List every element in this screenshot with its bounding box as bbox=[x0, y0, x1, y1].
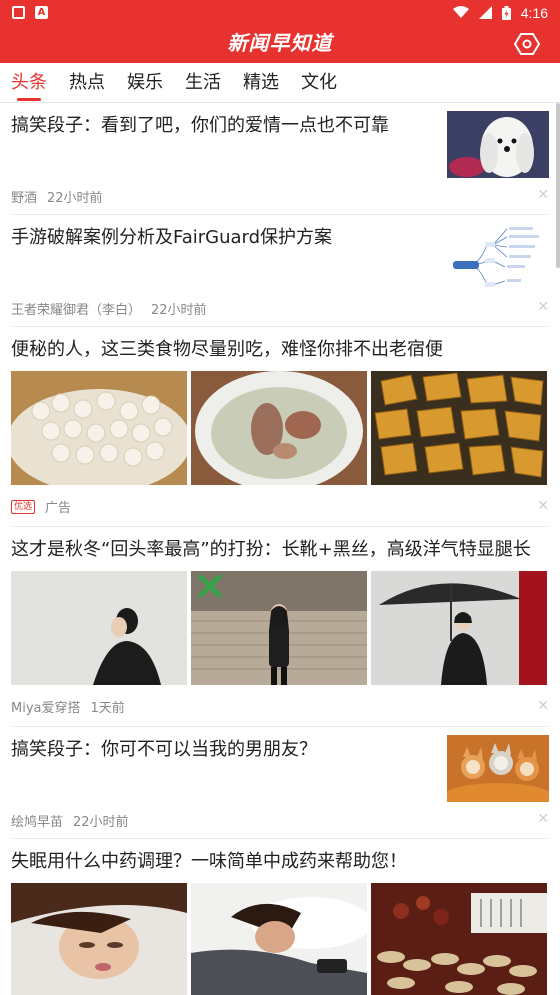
ad-item[interactable]: 便秘的人，这三类食物尽量别吃，难怪你排不出老宿便 优选 广告 ✕ bbox=[11, 327, 549, 527]
dog-thumbnail[interactable] bbox=[447, 111, 549, 178]
dismiss-icon[interactable]: ✕ bbox=[537, 498, 549, 514]
dismiss-icon[interactable]: ✕ bbox=[537, 811, 549, 827]
herbal-medicine-photo[interactable] bbox=[371, 883, 547, 995]
notification-icon bbox=[12, 6, 25, 19]
ad-title[interactable]: 便秘的人，这三类食物尽量别吃，难怪你排不出老宿便 bbox=[11, 327, 549, 363]
fashion-photo-3[interactable] bbox=[371, 571, 547, 685]
ad-meta: 优选 广告 bbox=[11, 497, 549, 526]
mindmap-thumbnail[interactable] bbox=[447, 223, 549, 290]
fashion-photo-2[interactable] bbox=[191, 571, 367, 685]
image-row bbox=[11, 571, 549, 685]
herb-slices-image[interactable] bbox=[371, 371, 547, 485]
sleeping-woman-photo-2[interactable] bbox=[191, 883, 367, 995]
battery-icon bbox=[501, 5, 511, 20]
news-item[interactable]: 这才是秋冬“回头率最高”的打扮：长靴+黑丝，高级洋气特显腿长 Miya爱穿搭 1… bbox=[11, 527, 549, 727]
news-title[interactable]: 搞笑段子：看到了吧，你们的爱情一点也不可靠 bbox=[11, 113, 431, 139]
wifi-icon bbox=[452, 6, 469, 18]
ad-label: 广告 bbox=[45, 501, 72, 516]
settings-hexagon-icon[interactable] bbox=[514, 32, 540, 56]
tab-featured[interactable]: 精选 bbox=[243, 63, 279, 103]
news-source: 绘鸠早苗 bbox=[11, 815, 64, 830]
status-bar: A 4:16 bbox=[0, 0, 560, 25]
tab-entertainment[interactable]: 娱乐 bbox=[127, 63, 163, 103]
news-time: 1天前 bbox=[90, 701, 125, 716]
app-header: 新闻早知道 bbox=[0, 25, 560, 63]
news-title[interactable]: 搞笑段子：你可不可以当我的男朋友？ bbox=[11, 737, 431, 763]
news-time: 22小时前 bbox=[151, 303, 207, 318]
category-tabs: 头条 热点 娱乐 生活 精选 文化 bbox=[0, 63, 560, 103]
tab-life[interactable]: 生活 bbox=[185, 63, 221, 103]
scrollbar[interactable] bbox=[556, 103, 560, 268]
news-meta: 绘鸠早苗 22小时前 bbox=[11, 811, 129, 830]
barley-bowl-image[interactable] bbox=[11, 371, 187, 485]
news-feed[interactable]: 搞笑段子：看到了吧，你们的爱情一点也不可靠 野酒 22小时前 ✕ 手游破解案例分… bbox=[0, 103, 560, 995]
news-meta: 王者荣耀御君（李白） 22小时前 bbox=[11, 299, 207, 318]
app-title: 新闻早知道 bbox=[227, 31, 333, 55]
news-time: 22小时前 bbox=[47, 191, 103, 206]
dismiss-icon[interactable]: ✕ bbox=[537, 698, 549, 714]
image-row bbox=[11, 883, 549, 995]
news-title[interactable]: 手游破解案例分析及FairGuard保护方案 bbox=[11, 225, 431, 251]
dismiss-icon[interactable]: ✕ bbox=[537, 299, 549, 315]
news-item[interactable]: 手游破解案例分析及FairGuard保护方案 王者荣耀御君（李白） 22小时前 … bbox=[11, 215, 549, 327]
ad-badge: 优选 bbox=[11, 499, 36, 514]
news-meta: 野酒 22小时前 bbox=[11, 187, 103, 206]
news-source: 野酒 bbox=[11, 191, 38, 206]
image-row bbox=[11, 371, 549, 485]
news-source: Miya爱穿搭 bbox=[11, 701, 81, 716]
soup-bowl-image[interactable] bbox=[191, 371, 367, 485]
news-item[interactable]: 失眠用什么中药调理？一味简单中成药来帮助您！ bbox=[11, 839, 549, 995]
kittens-thumbnail[interactable] bbox=[447, 735, 549, 802]
tab-headlines[interactable]: 头条 bbox=[11, 63, 47, 103]
news-time: 22小时前 bbox=[73, 815, 129, 830]
fashion-photo-1[interactable] bbox=[11, 571, 187, 685]
tab-culture[interactable]: 文化 bbox=[301, 63, 337, 103]
clock: 4:16 bbox=[520, 4, 548, 21]
news-meta: Miya爱穿搭 1天前 bbox=[11, 697, 549, 726]
news-item[interactable]: 搞笑段子：你可不可以当我的男朋友？ 绘鸠早苗 22小时前 ✕ bbox=[11, 727, 549, 839]
signal-icon bbox=[478, 6, 492, 19]
news-title[interactable]: 这才是秋冬“回头率最高”的打扮：长靴+黑丝，高级洋气特显腿长 bbox=[11, 527, 549, 563]
sleeping-woman-photo-1[interactable] bbox=[11, 883, 187, 995]
a-notification-icon: A bbox=[35, 6, 48, 19]
news-item[interactable]: 搞笑段子：看到了吧，你们的爱情一点也不可靠 野酒 22小时前 ✕ bbox=[11, 103, 549, 215]
dismiss-icon[interactable]: ✕ bbox=[537, 187, 549, 203]
news-source: 王者荣耀御君（李白） bbox=[11, 303, 142, 318]
tab-hot[interactable]: 热点 bbox=[69, 63, 105, 103]
news-title[interactable]: 失眠用什么中药调理？一味简单中成药来帮助您！ bbox=[11, 839, 549, 875]
